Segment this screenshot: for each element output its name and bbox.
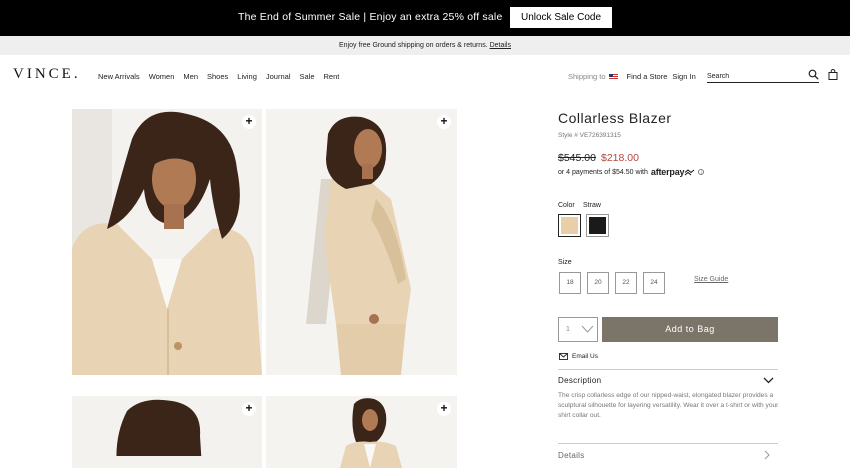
zoom-side-icon[interactable]: + [437, 115, 451, 129]
product-title: Collarless Blazer [558, 110, 672, 126]
chevron-down-icon [581, 325, 594, 333]
model-back-illustration [72, 396, 262, 468]
vince-logo[interactable]: VINCE. [13, 66, 81, 83]
mail-icon [559, 353, 568, 360]
installments-text: or 4 payments of $54.50 with [558, 168, 648, 176]
email-us-link[interactable]: Email Us [559, 353, 598, 360]
divider-bottom [558, 443, 778, 444]
product-image-full[interactable]: + [266, 396, 457, 468]
promo-bar: The End of Summer Sale | Enjoy an extra … [0, 0, 850, 36]
search-input[interactable] [707, 70, 803, 82]
shipping-banner: Enjoy free Ground shipping on orders & r… [0, 36, 850, 55]
quantity-select[interactable]: 1 [558, 317, 598, 342]
color-swatch-black[interactable] [586, 214, 609, 237]
zoom-front-icon[interactable]: + [242, 115, 256, 129]
sign-in-link[interactable]: Sign In [672, 72, 695, 81]
sale-price: $218.00 [601, 152, 639, 164]
nav-links: New Arrivals Women Men Shoes Living Jour… [98, 72, 348, 81]
afterpay-arrows-icon [684, 168, 695, 175]
promo-text: The End of Summer Sale | Enjoy an extra … [238, 11, 503, 23]
model-front-illustration [72, 109, 262, 375]
nav-link-living[interactable]: Living [237, 72, 257, 81]
color-label: Color [558, 202, 575, 209]
info-icon[interactable]: i [698, 169, 705, 175]
zoom-full-icon[interactable]: + [437, 402, 451, 416]
divider-top [558, 369, 778, 370]
afterpay-installments: or 4 payments of $54.50 with afterpay i [558, 167, 705, 177]
quantity-value: 1 [566, 326, 570, 333]
zoom-back-icon[interactable]: + [242, 402, 256, 416]
afterpay-logo[interactable]: afterpay [651, 167, 685, 177]
black-swatch-fill [589, 217, 606, 234]
size-guide-link[interactable]: Size Guide [694, 276, 728, 283]
size-option-24[interactable]: 24 [643, 272, 665, 294]
size-option-20[interactable]: 20 [587, 272, 609, 294]
nav-link-shoes[interactable]: Shoes [207, 72, 228, 81]
shipping-to-label[interactable]: Shipping to [568, 72, 606, 81]
shopping-bag-icon[interactable] [828, 69, 838, 80]
size-option-18[interactable]: 18 [559, 272, 581, 294]
nav-link-journal[interactable]: Journal [266, 72, 291, 81]
chevron-up-icon[interactable] [763, 376, 774, 384]
description-heading[interactable]: Description [558, 376, 601, 385]
add-to-bag-button[interactable]: Add to Bag [602, 317, 778, 342]
product-image-back[interactable]: + [72, 396, 262, 468]
product-image-side[interactable]: + [266, 109, 457, 375]
nav-link-women[interactable]: Women [149, 72, 175, 81]
nav-link-sale[interactable]: Sale [300, 72, 315, 81]
search-box [707, 69, 819, 83]
email-us-label: Email Us [572, 353, 599, 360]
straw-swatch-fill [561, 217, 578, 234]
product-image-front[interactable]: + [72, 109, 262, 375]
nav-link-men[interactable]: Men [183, 72, 198, 81]
original-price: $545.00 [558, 152, 596, 164]
search-icon[interactable] [808, 69, 819, 80]
size-option-22[interactable]: 22 [615, 272, 637, 294]
style-code: Style # VE726391315 [558, 132, 621, 139]
nav-utilities: Shipping to Find a Store Sign In [568, 72, 696, 81]
shipping-text: Enjoy free Ground shipping on orders & r… [339, 42, 488, 49]
nav-link-new-arrivals[interactable]: New Arrivals [98, 72, 140, 81]
chevron-right-icon[interactable] [764, 450, 770, 460]
size-label: Size [558, 259, 572, 266]
details-heading[interactable]: Details [558, 451, 585, 460]
selected-color: Straw [583, 202, 601, 209]
us-flag-icon[interactable] [608, 73, 618, 80]
color-swatch-straw[interactable] [558, 214, 581, 237]
unlock-sale-code-button[interactable]: Unlock Sale Code [510, 7, 612, 28]
shipping-details-link[interactable]: Details [490, 42, 511, 49]
main-navigation: VINCE. New Arrivals Women Men Shoes Livi… [0, 55, 850, 95]
nav-link-rent[interactable]: Rent [324, 72, 340, 81]
find-a-store-link[interactable]: Find a Store [627, 72, 668, 81]
description-text: The crisp collarless edge of our nipped-… [558, 392, 779, 419]
model-side-illustration [266, 109, 457, 375]
model-full-illustration [266, 396, 457, 468]
